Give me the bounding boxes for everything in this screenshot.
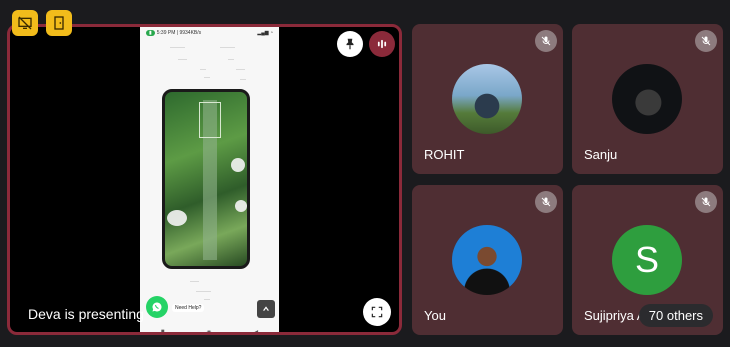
aerial-map-image bbox=[162, 89, 250, 269]
diagram-line: ―― bbox=[204, 75, 210, 79]
avatar-letter: S bbox=[612, 225, 682, 295]
fullscreen-icon[interactable] bbox=[363, 298, 391, 326]
mic-off-icon bbox=[535, 191, 557, 213]
signal-icon: ▂▄▆ ◔ bbox=[257, 30, 273, 36]
diagram-line: ――――― bbox=[196, 289, 211, 293]
participant-name: ROHIT bbox=[424, 147, 465, 162]
battery-icon: ▮ bbox=[146, 30, 155, 36]
presenter-tile[interactable]: ▮ 5:39 PM | 9934KB/s ▂▄▆ ◔ ――――― ――――― ――… bbox=[7, 24, 402, 335]
back-icon: ◀ bbox=[253, 329, 259, 335]
phone-nav-bar: ■ ◉ ◀ bbox=[140, 326, 279, 335]
participant-name: Sanju bbox=[584, 147, 618, 162]
diagram-line: ――― bbox=[236, 67, 245, 71]
others-count-button[interactable]: 70 others bbox=[638, 304, 713, 327]
meeting-stage: ▮ 5:39 PM | 9934KB/s ▂▄▆ ◔ ――――― ――――― ――… bbox=[0, 0, 730, 347]
home-icon: ◉ bbox=[206, 329, 212, 335]
pin-icon[interactable] bbox=[337, 31, 363, 57]
recents-icon: ■ bbox=[160, 329, 165, 335]
whatsapp-icon[interactable] bbox=[146, 296, 168, 318]
diagram-line: ―― bbox=[240, 77, 246, 81]
participant-tile-rohit[interactable]: ROHIT bbox=[412, 24, 563, 174]
exit-door-icon[interactable] bbox=[46, 10, 72, 36]
diagram-line: ―― bbox=[228, 57, 234, 61]
screen-share-off-icon[interactable] bbox=[12, 10, 38, 36]
participant-tile-you[interactable]: You bbox=[412, 185, 563, 335]
diagram-line: ――― bbox=[178, 57, 187, 61]
mic-off-icon bbox=[695, 191, 717, 213]
avatar bbox=[452, 225, 522, 295]
phone-status-bar: ▮ 5:39 PM | 9934KB/s ▂▄▆ ◔ bbox=[140, 27, 279, 39]
participant-tile-sanju[interactable]: Sanju bbox=[572, 24, 723, 174]
cloud-shape bbox=[167, 210, 187, 226]
participant-tile-sujipriya[interactable]: S Sujipriya A 70 others bbox=[572, 185, 723, 335]
diagram-line: ―― bbox=[200, 67, 206, 71]
landing-pad-shape bbox=[199, 102, 221, 138]
diagram-line: ――――― bbox=[220, 45, 235, 49]
participant-name: Sujipriya A bbox=[584, 308, 646, 323]
presenter-label: Deva is presenting bbox=[28, 306, 144, 322]
need-help-label[interactable]: Need Help? bbox=[172, 304, 205, 312]
scroll-up-button[interactable] bbox=[257, 300, 275, 318]
shared-screen: ▮ 5:39 PM | 9934KB/s ▂▄▆ ◔ ――――― ――――― ――… bbox=[140, 27, 279, 335]
audio-level-icon[interactable] bbox=[369, 31, 395, 57]
mic-off-icon bbox=[695, 30, 717, 52]
diagram-line: ――― bbox=[190, 279, 199, 283]
cloud-shape bbox=[231, 158, 245, 172]
participant-name: You bbox=[424, 308, 446, 323]
cloud-shape bbox=[235, 200, 247, 212]
avatar bbox=[612, 64, 682, 134]
diagram-line: ――――― bbox=[170, 45, 185, 49]
diagram-line: ―― bbox=[204, 297, 210, 301]
avatar bbox=[452, 64, 522, 134]
mic-off-icon bbox=[535, 30, 557, 52]
phone-status-time: 5:39 PM | 9934KB/s bbox=[156, 30, 202, 36]
